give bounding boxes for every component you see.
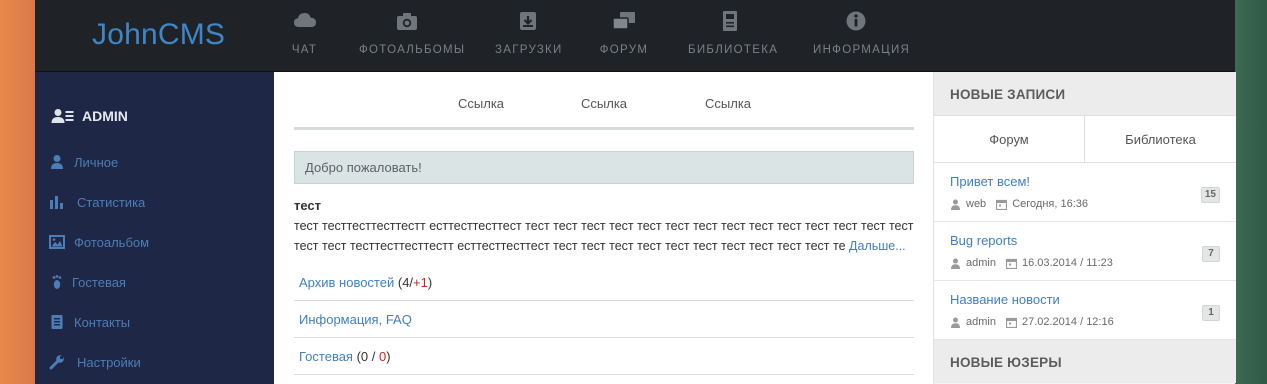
read-more-link[interactable]: Дальше... [849, 239, 906, 253]
bar-chart-icon [50, 196, 63, 209]
wrench-icon [49, 355, 64, 370]
post-item: Название новости admin 27.02.2014 / 12:1… [934, 281, 1236, 340]
nav-library-label: БИБЛИОТЕКА [688, 44, 779, 56]
top-navbar: JohnCMS ЧАТ ФОТОАЛЬБОМЫ ЗАГРУЗКИ ФОРУМ Б… [35, 0, 1235, 72]
count-separator: / [371, 349, 376, 364]
news-block: тест тест тесттесттесттестт есттесттестт… [294, 196, 914, 256]
news-text: тест тест тесттесттесттестт есттесттестт… [294, 239, 846, 253]
post-author: admin [966, 316, 996, 328]
sidebar-item-personal[interactable]: Личное [49, 154, 118, 170]
info-circle-icon [846, 11, 866, 31]
contacts-book-icon [51, 315, 63, 329]
site-logo[interactable]: JohnCMS [92, 18, 225, 52]
post-title-link[interactable]: Привет всем! [950, 174, 1030, 189]
user-icon [951, 258, 960, 269]
sidebar-item-guestbook[interactable]: Гостевая [49, 274, 126, 290]
nav-information-label: ИНФОРМАЦИЯ [813, 44, 911, 56]
nav-photoalbums-label: ФОТОАЛЬБОМЫ [359, 44, 466, 56]
sidebar-item-statistics[interactable]: Статистика [49, 194, 145, 210]
sidebar-item-settings[interactable]: Настройки [49, 354, 141, 370]
download-box-icon [520, 12, 536, 30]
nav-library[interactable]: БИБЛИОТЕКА [688, 10, 779, 66]
post-date: 16.03.2014 / 11:23 [1021, 257, 1113, 269]
user-icon [951, 317, 960, 328]
users-icon [51, 109, 74, 123]
info-faq-link[interactable]: Информация, FAQ [299, 312, 412, 327]
sidebar-item-photoalbum[interactable]: Фотоальбом [49, 234, 149, 250]
guestbook-link[interactable]: Гостевая [299, 349, 353, 364]
list-item-info-faq: Информация, FAQ [294, 301, 914, 338]
post-title-link[interactable]: Название новости [950, 292, 1060, 307]
right-column: НОВЫЕ ЗАПИСИ Форум Библиотека Привет все… [933, 72, 1236, 384]
main-content: Ссылка Ссылка Ссылка Добро пожаловать! т… [274, 72, 933, 384]
left-sidebar: ADMIN Личное Статистика Фотоальбом Госте… [35, 72, 274, 384]
quick-link-2[interactable]: Ссылка [581, 96, 627, 111]
guestbook-count: 0 [360, 349, 369, 364]
main-menu-list: Архив новостей (4/+1) Информация, FAQ Го… [294, 264, 914, 375]
quick-link-1[interactable]: Ссылка [458, 96, 504, 111]
sidebar-item-contacts[interactable]: Контакты [49, 314, 130, 330]
post-count-badge: 15 [1200, 187, 1220, 203]
post-count-badge: 1 [1202, 305, 1220, 321]
sidebar-item-label: Гостевая [72, 274, 126, 290]
camera-icon [397, 13, 417, 30]
calendar-icon [1005, 317, 1017, 328]
new-posts-tabs: Форум Библиотека [934, 115, 1236, 163]
nav-chat-label: ЧАТ [291, 44, 318, 56]
post-count-badge: 7 [1202, 246, 1220, 262]
nav-information[interactable]: ИНФОРМАЦИЯ [813, 10, 911, 66]
news-title: тест [294, 198, 322, 213]
list-item-guestbook: Гостевая (0 / 0) [294, 338, 914, 375]
list-item-news-archive: Архив новостей (4/+1) [294, 264, 914, 301]
footprint-icon [52, 275, 62, 289]
new-users-heading: НОВЫЕ ЮЗЕРЫ [934, 340, 1236, 383]
tab-library[interactable]: Библиотека [1084, 116, 1236, 162]
post-title-link[interactable]: Bug reports [950, 233, 1017, 248]
nav-forum-label: ФОРУМ [599, 44, 649, 56]
welcome-banner: Добро пожаловать! [294, 151, 914, 184]
guestbook-new-count: 0 [379, 349, 387, 364]
post-meta: admin 27.02.2014 / 12:16 [950, 316, 1114, 328]
book-icon [723, 11, 737, 31]
nav-downloads[interactable]: ЗАГРУЗКИ [495, 10, 561, 66]
post-item: Привет всем! web Сегодня, 16:36 15 [934, 163, 1236, 222]
sidebar-item-label: Настройки [77, 354, 141, 370]
cloud-icon [293, 13, 316, 27]
nav-forum[interactable]: ФОРУМ [598, 10, 650, 66]
page-frame: JohnCMS ЧАТ ФОТОАЛЬБОМЫ ЗАГРУЗКИ ФОРУМ Б… [35, 0, 1236, 384]
nav-chat[interactable]: ЧАТ [273, 10, 336, 66]
sidebar-item-label: Статистика [77, 194, 146, 210]
user-icon [951, 199, 960, 210]
news-text-line-2: тест тест тесттесттесттестт есттесттестт… [294, 236, 914, 256]
quick-links-bar: Ссылка Ссылка Ссылка [294, 72, 914, 130]
post-author: web [966, 198, 987, 210]
news-archive-link[interactable]: Архив новостей [299, 275, 394, 290]
post-meta: web Сегодня, 16:36 [950, 198, 1088, 210]
post-author: admin [966, 257, 996, 269]
nav-downloads-label: ЗАГРУЗКИ [495, 44, 563, 56]
picture-icon [49, 235, 65, 249]
sidebar-user-header[interactable]: ADMIN [51, 108, 128, 124]
user-icon [51, 155, 63, 169]
news-archive-new-count: +1 [413, 275, 428, 290]
new-posts-heading: НОВЫЕ ЗАПИСИ [934, 72, 1236, 115]
post-date: 27.02.2014 / 12:16 [1021, 316, 1114, 328]
calendar-icon [996, 199, 1008, 210]
tab-forum[interactable]: Форум [934, 116, 1084, 162]
post-meta: admin 16.03.2014 / 11:23 [950, 257, 1113, 269]
calendar-icon [1005, 258, 1017, 269]
post-date: Сегодня, 16:36 [1012, 198, 1088, 210]
sidebar-item-label: Личное [74, 154, 119, 170]
news-text-line-1: тест тесттесттесттестт есттесттесттест т… [294, 219, 914, 233]
quick-link-3[interactable]: Ссылка [705, 96, 751, 111]
nav-photoalbums[interactable]: ФОТОАЛЬБОМЫ [359, 10, 466, 66]
sidebar-item-label: Контакты [74, 314, 131, 330]
post-item: Bug reports admin 16.03.2014 / 11:23 7 [934, 222, 1236, 281]
sidebar-username: ADMIN [82, 108, 128, 124]
chat-bubbles-icon [612, 12, 635, 30]
sidebar-item-label: Фотоальбом [74, 234, 150, 250]
